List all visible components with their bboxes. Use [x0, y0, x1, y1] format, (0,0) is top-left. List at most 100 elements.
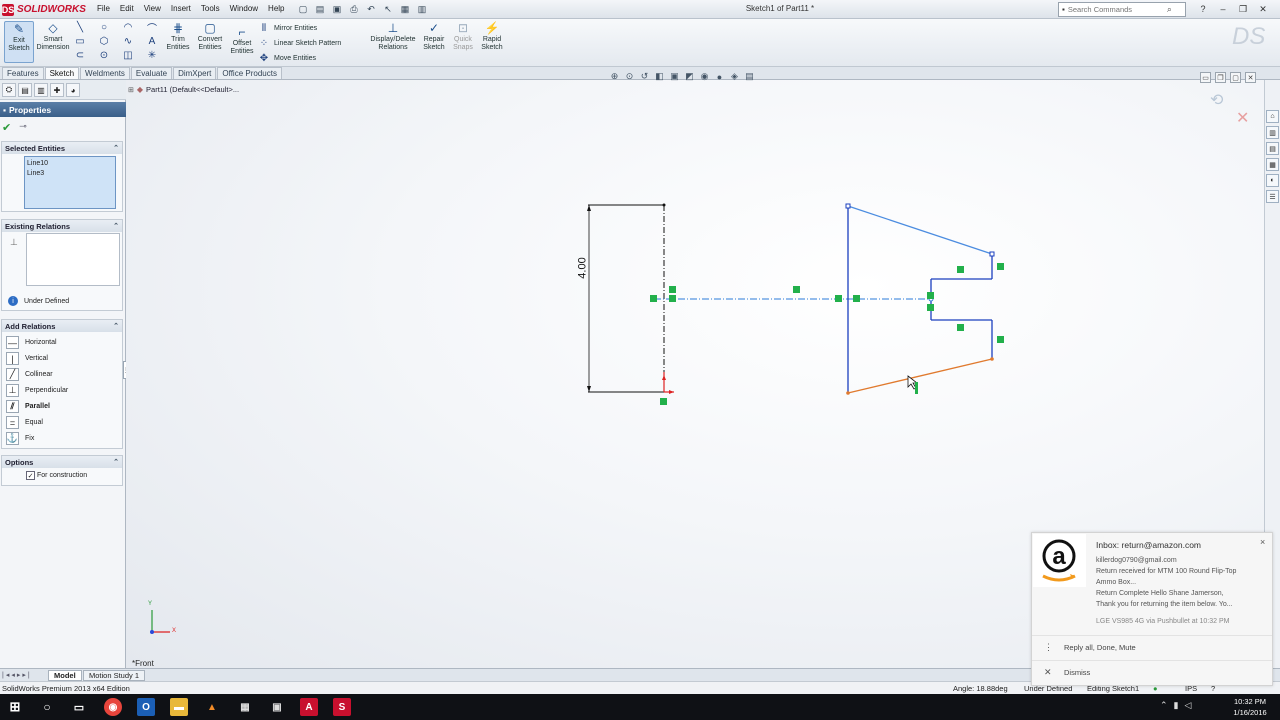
- apply-scene-icon[interactable]: ◈: [729, 71, 740, 82]
- arc-icon[interactable]: ◠: [122, 22, 134, 33]
- notification-close-icon[interactable]: ×: [1260, 537, 1265, 547]
- polygon-icon[interactable]: ⬡: [98, 36, 110, 47]
- menu-help[interactable]: Help: [263, 3, 289, 14]
- collapse-chevron-icon[interactable]: ⌃: [113, 222, 119, 230]
- volume-icon[interactable]: ◁: [1185, 700, 1192, 711]
- tray-chevron-icon[interactable]: ⌃: [1160, 700, 1168, 711]
- solidworks-taskbar-icon[interactable]: S: [333, 698, 351, 716]
- solidworks-logo[interactable]: DS SOLIDWORKS: [2, 2, 86, 17]
- spline-icon[interactable]: ∿: [122, 36, 134, 47]
- confirmation-corner-icon[interactable]: ⟲: [1210, 90, 1232, 112]
- smart-dimension-button[interactable]: ◇ Smart Dimension: [36, 21, 70, 52]
- open-folder-icon[interactable]: ▤: [313, 2, 327, 16]
- viewport-restore-icon[interactable]: ❐: [1215, 72, 1226, 83]
- section-view-icon[interactable]: ◧: [654, 71, 665, 82]
- save-icon[interactable]: ▣: [330, 2, 344, 16]
- display-manager-tab-icon[interactable]: ◕: [66, 83, 80, 97]
- print-icon[interactable]: ⎙: [347, 2, 361, 16]
- zoom-to-fit-icon[interactable]: ⊕: [609, 71, 620, 82]
- view-settings-icon[interactable]: ▤: [744, 71, 755, 82]
- expand-icon[interactable]: ⊞: [128, 86, 134, 94]
- relation-equal[interactable]: = Equal: [6, 415, 43, 430]
- tab-model[interactable]: Model: [48, 670, 82, 681]
- list-item[interactable]: Line10: [27, 159, 113, 169]
- chrome-icon[interactable]: ◉: [104, 698, 122, 716]
- menu-tools[interactable]: Tools: [196, 3, 225, 14]
- point-icon[interactable]: ✳: [146, 50, 158, 61]
- offset-entities-button[interactable]: ⌐ Offset Entities: [228, 25, 256, 56]
- select-pointer-icon[interactable]: ↖: [381, 2, 395, 16]
- quick-snaps-button[interactable]: ⊡ Quick Snaps: [450, 21, 476, 52]
- dimxpert-tab-icon[interactable]: ✚: [50, 83, 64, 97]
- trim-entities-button[interactable]: ⋕ Trim Entities: [164, 21, 192, 52]
- repair-sketch-button[interactable]: ✓ Repair Sketch: [421, 21, 447, 52]
- file-explorer-icon[interactable]: ▤: [1266, 142, 1279, 155]
- acrobat-icon[interactable]: A: [300, 698, 318, 716]
- tab-weldments[interactable]: Weldments: [80, 67, 130, 79]
- cortana-search-icon[interactable]: ○: [38, 698, 56, 716]
- rebuild-icon[interactable]: ▦: [398, 2, 412, 16]
- configuration-manager-tab-icon[interactable]: ▥: [34, 83, 48, 97]
- menu-edit[interactable]: Edit: [115, 3, 139, 14]
- help-icon[interactable]: ?: [1194, 1, 1212, 17]
- taskbar-clock[interactable]: 10:32 PM 1/16/2016: [1226, 696, 1274, 718]
- search-commands-input[interactable]: [1067, 5, 1164, 14]
- solidworks-resources-icon[interactable]: ⌂: [1266, 110, 1279, 123]
- mirror-entities-button[interactable]: ⫴ Mirror Entities: [258, 23, 317, 34]
- list-item[interactable]: Line3: [27, 169, 113, 179]
- windows-start-icon[interactable]: ⊞: [6, 698, 24, 716]
- exit-sketch-button[interactable]: ✎ Exit Sketch: [4, 21, 34, 63]
- new-document-icon[interactable]: ▢: [296, 2, 310, 16]
- relation-collinear[interactable]: ╱ Collinear: [6, 367, 53, 382]
- for-construction-checkbox[interactable]: ✓: [26, 471, 35, 480]
- minimize-icon[interactable]: –: [1214, 1, 1232, 17]
- rectangle-icon[interactable]: ▭: [74, 36, 86, 47]
- ok-check-icon[interactable]: ✔: [2, 121, 11, 134]
- tab-sketch[interactable]: Sketch: [44, 67, 80, 79]
- display-style-icon[interactable]: ◩: [684, 71, 695, 82]
- design-library-icon[interactable]: ▥: [1266, 126, 1279, 139]
- display-delete-relations-button[interactable]: ⊥ Display/Delete Relations: [368, 21, 418, 52]
- tab-scroll-arrows-icon[interactable]: |◂◂▸▸|: [2, 671, 32, 679]
- file-explorer-taskbar-icon[interactable]: ▬: [170, 698, 188, 716]
- view-orientation-icon[interactable]: ▣: [669, 71, 680, 82]
- menu-insert[interactable]: Insert: [166, 3, 196, 14]
- plane-icon[interactable]: ◫: [122, 50, 134, 61]
- convert-entities-button[interactable]: ▢ Convert Entities: [194, 21, 226, 52]
- custom-properties-icon[interactable]: ☰: [1266, 190, 1279, 203]
- relation-perpendicular[interactable]: ⊥ Perpendicular: [6, 383, 68, 398]
- toast-notification[interactable]: a Inbox: return@amazon.com × killerdog07…: [1031, 532, 1273, 686]
- network-icon[interactable]: ▮: [1174, 700, 1179, 711]
- for-construction-option[interactable]: ✓ For construction: [26, 471, 87, 480]
- feature-tree-tab-icon[interactable]: ⛭: [2, 83, 16, 97]
- relation-fix[interactable]: ⚓ Fix: [6, 431, 34, 446]
- viewport-minimize-icon[interactable]: ▭: [1200, 72, 1211, 83]
- calculator-icon[interactable]: ▦: [236, 698, 254, 716]
- tab-dimxpert[interactable]: DimXpert: [173, 67, 217, 79]
- line-icon[interactable]: ╲: [74, 22, 86, 33]
- collapse-chevron-icon[interactable]: ⌃: [113, 144, 119, 152]
- feature-tree-flyout[interactable]: ⊞ ◆ Part11 (Default<<Default>...: [128, 85, 239, 94]
- fillet-icon[interactable]: ⌒: [146, 22, 158, 35]
- hide-show-items-icon[interactable]: ◉: [699, 71, 710, 82]
- store-icon[interactable]: ▣: [268, 698, 286, 716]
- ellipse-icon[interactable]: ⊙: [98, 50, 110, 61]
- slot-icon[interactable]: ⊂: [74, 50, 86, 61]
- rapid-sketch-button[interactable]: ⚡ Rapid Sketch: [479, 21, 505, 52]
- existing-relations-list[interactable]: [26, 233, 120, 286]
- linear-sketch-pattern-button[interactable]: ⁘ Linear Sketch Pattern: [258, 38, 342, 49]
- property-manager-tab-icon[interactable]: ▤: [18, 83, 32, 97]
- dimension-label[interactable]: 4.00: [577, 257, 589, 278]
- relation-parallel[interactable]: ⫽ Parallel: [6, 399, 50, 414]
- menu-file[interactable]: File: [92, 3, 115, 14]
- selected-entities-list[interactable]: Line10 Line3: [24, 156, 116, 209]
- outlook-icon[interactable]: O: [137, 698, 155, 716]
- viewport-close-icon[interactable]: ✕: [1245, 72, 1256, 83]
- tab-evaluate[interactable]: Evaluate: [130, 67, 173, 79]
- search-magnifier-icon[interactable]: ⌕: [1167, 4, 1172, 15]
- dismiss-button[interactable]: ✕ Dismiss: [1032, 660, 1272, 683]
- relation-horizontal[interactable]: — Horizontal: [6, 335, 57, 350]
- viewport-maximize-icon[interactable]: ▢: [1230, 72, 1241, 83]
- tab-motion-study-1[interactable]: Motion Study 1: [83, 670, 146, 681]
- pushpin-icon[interactable]: ⊸: [19, 121, 27, 134]
